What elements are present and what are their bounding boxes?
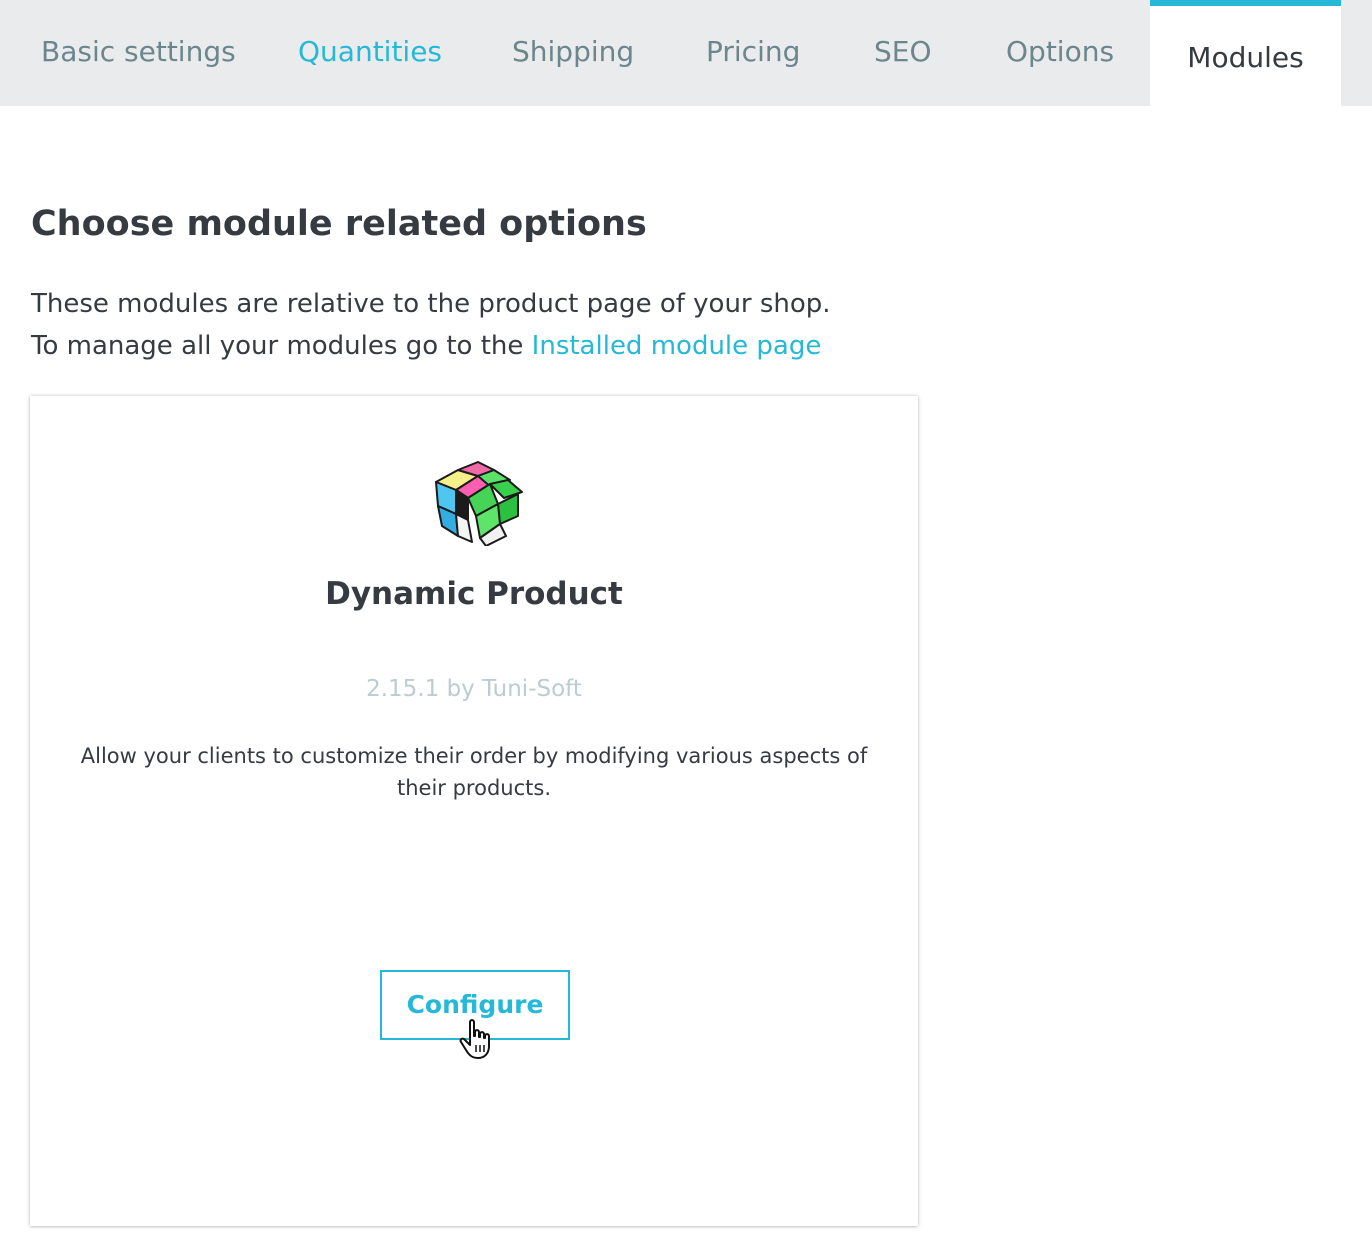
product-tabs: Basic settings Quantities Shipping Prici…	[0, 0, 1372, 106]
intro-text: These modules are relative to the produc…	[31, 283, 831, 367]
intro-line-2: To manage all your modules go to the Ins…	[31, 325, 831, 367]
tab-modules[interactable]: Modules	[1150, 0, 1341, 106]
tab-pricing[interactable]: Pricing	[706, 0, 800, 106]
page-heading: Choose module related options	[31, 204, 647, 244]
rubiks-cube-icon	[435, 461, 523, 546]
intro-line-2-text: To manage all your modules go to the	[31, 331, 532, 361]
configure-button[interactable]: Configure	[380, 970, 570, 1040]
installed-modules-link[interactable]: Installed module page	[532, 331, 822, 361]
tab-basic-settings[interactable]: Basic settings	[41, 0, 236, 106]
tab-seo[interactable]: SEO	[874, 0, 932, 106]
tab-shipping[interactable]: Shipping	[512, 0, 634, 106]
module-description: Allow your clients to customize their or…	[80, 744, 868, 800]
tab-quantities[interactable]: Quantities	[298, 0, 442, 106]
tab-options[interactable]: Options	[1006, 0, 1114, 106]
module-name: Dynamic Product	[325, 576, 623, 612]
module-version-author: 2.15.1 by Tuni-Soft	[366, 676, 582, 702]
module-card: Dynamic Product 2.15.1 by Tuni-Soft Allo…	[30, 396, 918, 1226]
intro-line-1: These modules are relative to the produc…	[31, 289, 831, 319]
